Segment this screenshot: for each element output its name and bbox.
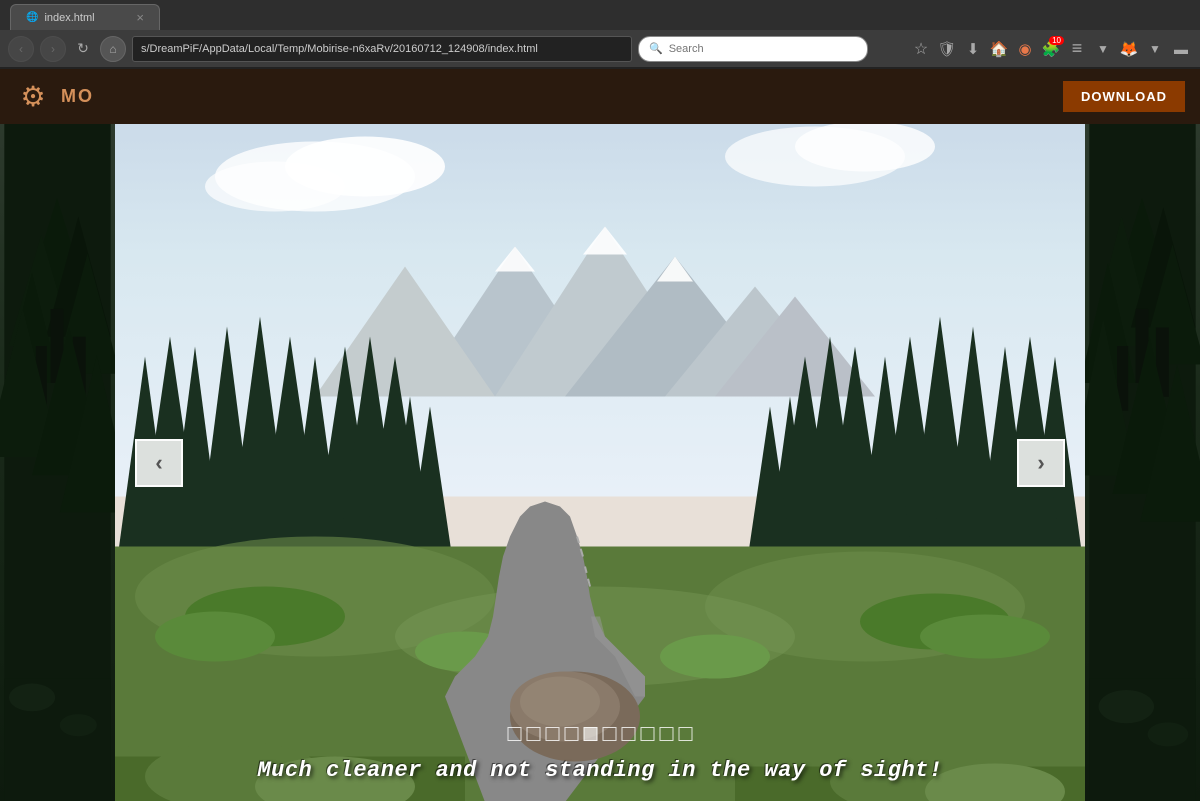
chevron-down-icon[interactable]: ▼ [1092, 38, 1114, 60]
indicator-9[interactable] [660, 727, 674, 741]
extensions-badge: 10 [1049, 36, 1064, 45]
indicator-3[interactable] [546, 727, 560, 741]
extension-icon[interactable]: ◉ [1014, 38, 1036, 60]
indicator-4[interactable] [565, 727, 579, 741]
toolbar-icons: ☆ 🛡 ⬇ 🏠 ◉ 🧩 10 [910, 38, 1192, 60]
menu-button[interactable]: ≡ [1066, 38, 1088, 60]
landscape-scene [115, 124, 1085, 801]
left-forest [0, 124, 115, 801]
prev-icon: ‹ [155, 450, 162, 476]
side-panel-right [1085, 124, 1200, 801]
caption-bar: Much cleaner and not standing in the way… [115, 750, 1085, 791]
search-icon: 🔍 [649, 42, 663, 55]
caption-text: Much cleaner and not standing in the way… [257, 758, 942, 783]
bar-icon[interactable]: ▬ [1170, 38, 1192, 60]
app-title: MO [61, 86, 94, 107]
indicator-1[interactable] [508, 727, 522, 741]
carousel-prev-button[interactable]: ‹ [135, 439, 183, 487]
gear-icon: ⚙ [15, 79, 51, 115]
back-icon: ‹ [19, 42, 23, 56]
slide-indicators [508, 727, 693, 741]
house-icon[interactable]: 🏠 [988, 38, 1010, 60]
right-forest [1085, 124, 1200, 801]
refresh-icon: ↻ [77, 40, 89, 57]
download-button[interactable]: DOWNLOAD [1063, 81, 1185, 112]
home-button[interactable]: ⌂ [100, 36, 126, 62]
tab-close-icon[interactable]: × [136, 10, 144, 25]
indicator-8[interactable] [641, 727, 655, 741]
refresh-button[interactable]: ↻ [72, 38, 94, 60]
bookmark-icon[interactable]: ☆ [910, 38, 932, 60]
addon-icon[interactable]: 🦊 [1118, 38, 1140, 60]
side-panel-left [0, 124, 115, 801]
url-text: s/DreamPiF/AppData/Local/Temp/Mobirise-n… [141, 43, 538, 55]
indicator-10[interactable] [679, 727, 693, 741]
next-icon: › [1037, 450, 1044, 476]
indicator-7[interactable] [622, 727, 636, 741]
gear-symbol: ⚙ [20, 80, 45, 113]
main-content: ⚙ MO DOWNLOAD [0, 69, 1200, 801]
shield-icon[interactable]: 🛡 [936, 38, 958, 60]
extensions-badge-icon[interactable]: 🧩 10 [1040, 38, 1062, 60]
forward-icon: › [51, 42, 55, 56]
search-input[interactable] [669, 43, 857, 55]
browser-tab[interactable]: 🌐 index.html × [10, 4, 160, 30]
indicator-2[interactable] [527, 727, 541, 741]
back-button[interactable]: ‹ [8, 36, 34, 62]
browser-tabs: 🌐 index.html × [0, 0, 1200, 30]
browser-chrome: 🌐 index.html × ‹ › ↻ ⌂ s/DreamPiF/AppDat… [0, 0, 1200, 69]
download-icon[interactable]: ⬇ [962, 38, 984, 60]
home-icon: ⌂ [109, 42, 116, 56]
carousel-image: ‹ › Much cleaner and not sta [115, 124, 1085, 801]
carousel-next-button[interactable]: › [1017, 439, 1065, 487]
carousel-container: ‹ › Much cleaner and not sta [115, 124, 1085, 801]
tab-title: index.html [44, 12, 122, 24]
tab-favicon: 🌐 [26, 12, 38, 23]
app-logo: ⚙ MO [15, 79, 94, 115]
search-bar[interactable]: 🔍 [638, 36, 868, 62]
app-header: ⚙ MO DOWNLOAD [0, 69, 1200, 124]
indicator-5[interactable] [584, 727, 598, 741]
url-bar[interactable]: s/DreamPiF/AppData/Local/Temp/Mobirise-n… [132, 36, 632, 62]
browser-toolbar: ‹ › ↻ ⌂ s/DreamPiF/AppData/Local/Temp/Mo… [0, 30, 1200, 68]
indicator-6[interactable] [603, 727, 617, 741]
forward-button[interactable]: › [40, 36, 66, 62]
extra-chevron-icon[interactable]: ▼ [1144, 38, 1166, 60]
